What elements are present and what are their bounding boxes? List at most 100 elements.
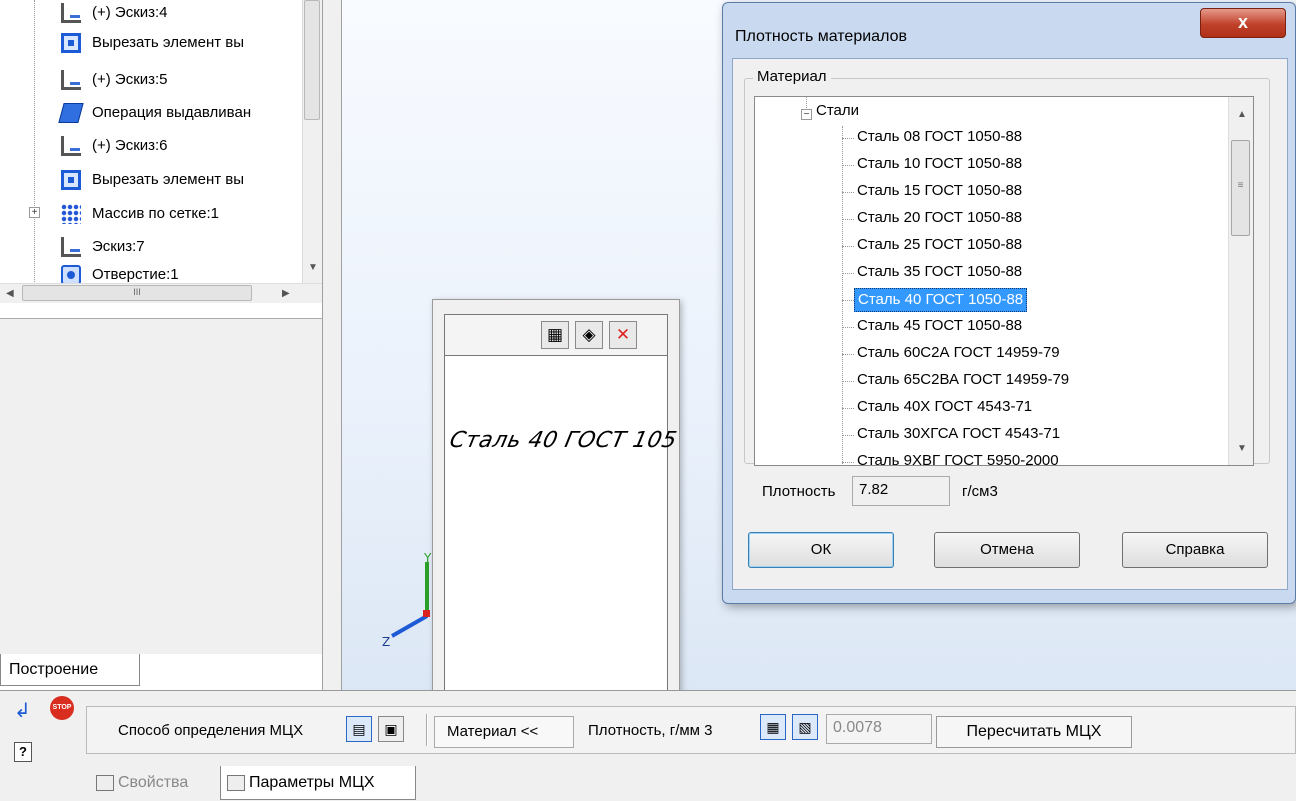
tree-item-sketch-6[interactable]: (+) Эскиз:6	[60, 129, 168, 162]
scroll-up-icon[interactable]: ▲	[1237, 109, 1247, 120]
tree-connector-line	[842, 300, 854, 301]
material-group-label: Материал	[753, 68, 831, 85]
tree-item-extrude[interactable]: Операция выдавливан	[58, 96, 252, 129]
grid-array-icon	[60, 203, 82, 225]
dialog-close-button[interactable]: x	[1200, 8, 1286, 38]
tree-item-label: Отверстие:1	[92, 266, 179, 283]
density-unit: г/см3	[962, 483, 998, 500]
tree-item-label: (+) Эскиз:4	[92, 4, 168, 21]
tree-connector-line	[842, 165, 854, 166]
material-item[interactable]: Сталь 60С2А ГОСТ 14959-79	[854, 342, 1063, 366]
material-item[interactable]: Сталь 30ХГСА ГОСТ 4543-71	[854, 423, 1063, 447]
tree-item-label: Вырезать элемент вы	[92, 171, 245, 188]
sketch-icon	[60, 2, 82, 24]
material-item[interactable]: Сталь 10 ГОСТ 1050-88	[854, 153, 1025, 177]
material-button[interactable]: Материал <<	[434, 716, 574, 748]
density-option-2-icon[interactable]: ▧	[792, 714, 818, 740]
tree-connector-line	[842, 273, 854, 274]
library-refresh-icon[interactable]: ◈	[575, 321, 603, 349]
tab-properties-label: Свойства	[118, 774, 189, 791]
material-item[interactable]: Сталь 15 ГОСТ 1050-88	[854, 180, 1025, 204]
collapse-icon[interactable]: −	[801, 109, 812, 120]
scroll-right-icon[interactable]: ▶	[282, 288, 290, 299]
material-item[interactable]: Сталь 35 ГОСТ 1050-88	[854, 261, 1025, 285]
library-open-icon[interactable]: ▦	[541, 321, 569, 349]
method-option-2-icon[interactable]: ▣	[378, 716, 404, 742]
axis-z-label: Z	[382, 635, 390, 649]
enter-icon[interactable]: ↲	[14, 698, 31, 723]
panel-splitter[interactable]	[322, 0, 342, 690]
scroll-down-icon[interactable]: ▼	[1237, 443, 1247, 454]
extrude-icon	[58, 102, 84, 124]
tree-connector-line	[842, 435, 854, 436]
close-icon[interactable]: ✕	[609, 321, 637, 349]
tree-item-label: Эскиз:7	[92, 238, 145, 255]
density-option-1-icon[interactable]: ▦	[760, 714, 786, 740]
scroll-left-icon[interactable]: ◀	[6, 288, 14, 299]
tree-connector-line	[842, 126, 843, 466]
sketch-icon	[60, 135, 82, 157]
tree-connector-line	[842, 408, 854, 409]
stop-icon[interactable]: STOP	[50, 696, 74, 720]
material-item[interactable]: Сталь 20 ГОСТ 1050-88	[854, 207, 1025, 231]
tree-item-sketch-5[interactable]: (+) Эскиз:5	[60, 63, 168, 96]
help-button[interactable]: Справка	[1122, 532, 1268, 568]
tree-connector-line	[842, 354, 854, 355]
tree-node-steels[interactable]: Стали	[816, 102, 859, 119]
cut-extrude-icon	[60, 32, 82, 54]
tree-item-cut-2[interactable]: Вырезать элемент вы	[60, 163, 244, 196]
tree-item-sketch-4[interactable]: (+) Эскиз:4	[60, 0, 168, 29]
material-item[interactable]: Сталь 40Х ГОСТ 4543-71	[854, 396, 1035, 420]
dialog-title: Плотность материалов	[735, 28, 907, 45]
tree-connector-line	[842, 192, 854, 193]
density-mm3-field[interactable]: 0.0078	[826, 714, 932, 744]
material-item[interactable]: Сталь 40 ГОСТ 1050-88	[854, 288, 1028, 312]
material-item[interactable]: Сталь 9ХВГ ГОСТ 5950-2000	[854, 450, 1062, 466]
tree-connector-line	[842, 246, 854, 247]
tab-mass-params[interactable]: Параметры МЦХ	[220, 766, 416, 800]
material-list-scroll-thumb[interactable]: ≡	[1231, 140, 1250, 236]
method-label: Способ определения МЦХ	[118, 722, 304, 739]
recalculate-button[interactable]: Пересчитать МЦХ	[936, 716, 1132, 748]
material-preview	[444, 356, 668, 734]
expand-icon[interactable]: +	[29, 207, 40, 218]
material-item[interactable]: Сталь 45 ГОСТ 1050-88	[854, 315, 1025, 339]
tree-connector-line	[842, 138, 854, 139]
cancel-button[interactable]: Отмена	[934, 532, 1080, 568]
material-item[interactable]: Сталь 25 ГОСТ 1050-88	[854, 234, 1025, 258]
tree-connector-line	[842, 327, 854, 328]
material-item[interactable]: Сталь 08 ГОСТ 1050-88	[854, 126, 1025, 150]
tree-vertical-scroll-thumb[interactable]	[304, 0, 320, 120]
tree-item-cut-1[interactable]: Вырезать элемент вы	[60, 26, 244, 59]
tab-mass-params-label: Параметры МЦХ	[249, 773, 375, 791]
sketch-icon	[60, 236, 82, 258]
tab-properties[interactable]: Свойства	[96, 768, 188, 798]
tree-connector-line	[806, 96, 807, 108]
material-preview-text: Сталь 40 ГОСТ 105	[447, 428, 680, 453]
tree-item-grid-array[interactable]: Массив по сетке:1	[60, 197, 219, 230]
properties-icon	[96, 775, 114, 791]
tree-item-label: Массив по сетке:1	[92, 205, 219, 222]
parameters-icon	[227, 774, 245, 791]
method-option-1-icon[interactable]: ▤	[346, 716, 372, 742]
sketch-icon	[60, 69, 82, 91]
density-field: 7.82	[852, 476, 950, 506]
tree-item-label: (+) Эскиз:5	[92, 71, 168, 88]
tree-connector-line	[842, 219, 854, 220]
help-icon[interactable]: ?	[14, 742, 32, 762]
axis-y-label: Y	[423, 551, 432, 565]
material-float-toolbar: ▦ ◈ ✕	[444, 314, 668, 356]
tree-connector-line	[842, 462, 854, 463]
ok-button[interactable]: ОК	[748, 532, 894, 568]
scroll-down-icon[interactable]: ▼	[308, 262, 318, 273]
tree-item-label: (+) Эскиз:6	[92, 137, 168, 154]
tab-build[interactable]: Построение	[0, 654, 140, 686]
tree-horizontal-scroll-thumb[interactable]: III	[22, 285, 252, 301]
cut-extrude-icon	[60, 169, 82, 191]
tree-lower-panel	[0, 318, 322, 654]
model-tree: (+) Эскиз:4 Вырезать элемент вы (+) Эски…	[0, 0, 322, 318]
tree-item-label: Операция выдавливан	[92, 104, 252, 121]
separator	[426, 714, 428, 746]
tree-connector-line	[34, 0, 35, 290]
material-item[interactable]: Сталь 65С2ВА ГОСТ 14959-79	[854, 369, 1072, 393]
